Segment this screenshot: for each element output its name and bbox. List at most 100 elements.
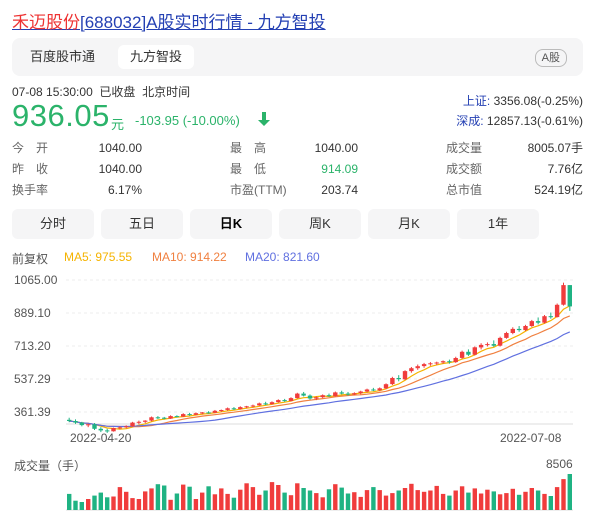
volume-bar <box>320 497 325 510</box>
candle-body <box>409 368 414 372</box>
candle-body <box>548 316 553 318</box>
volume-bar <box>333 484 338 510</box>
candle-body <box>440 361 446 363</box>
candle-body <box>333 392 338 397</box>
candle-body <box>485 344 490 346</box>
candle-body <box>206 412 211 414</box>
candle-body <box>269 402 275 405</box>
candle-body <box>478 344 484 348</box>
candle-body <box>257 403 262 406</box>
candle-body <box>193 413 199 415</box>
volume-bar <box>396 490 401 510</box>
volume-bar <box>326 489 332 510</box>
volume-bar <box>269 482 275 510</box>
candle-body <box>187 414 192 416</box>
candle-body <box>358 391 363 394</box>
volume-bar <box>276 485 281 510</box>
volume-bar <box>523 491 528 510</box>
volume-bar <box>174 493 180 510</box>
candle-body <box>149 417 154 421</box>
volume-bar <box>383 495 389 510</box>
volume-bar <box>440 493 446 510</box>
candle-body <box>92 424 97 429</box>
candle-body <box>105 430 110 432</box>
volume-bar <box>200 492 205 510</box>
volume-bar <box>288 495 294 510</box>
candle-body <box>510 328 515 333</box>
candle-body <box>314 397 319 399</box>
candle-body <box>554 304 560 318</box>
candle-body <box>168 416 173 419</box>
volume-bar <box>472 488 477 510</box>
volume-bar <box>111 496 116 510</box>
volume-bar <box>238 489 243 510</box>
candle-body <box>516 328 522 331</box>
volume-bar <box>390 493 395 510</box>
candle-body <box>238 407 243 410</box>
candle-body <box>282 400 287 402</box>
volume-bar <box>155 484 161 510</box>
volume-bar <box>124 491 129 510</box>
volume-bar <box>377 490 382 510</box>
candle-body <box>542 316 547 323</box>
volume-bar <box>250 487 256 510</box>
candle-body <box>421 364 427 367</box>
candle-body <box>472 347 477 355</box>
candle-body <box>352 393 357 395</box>
candle-body <box>276 400 281 403</box>
volume-bar <box>263 490 268 510</box>
volume-bar <box>301 488 306 510</box>
volume-bar <box>567 474 572 510</box>
candle-body <box>447 361 452 363</box>
candle-body <box>117 427 123 429</box>
volume-bar <box>219 488 224 510</box>
volume-bar <box>143 491 148 510</box>
candle-body <box>390 378 395 385</box>
volume-bar <box>497 494 503 510</box>
candle-body <box>200 412 205 414</box>
candle-body <box>111 428 116 432</box>
volume-bar <box>206 486 211 510</box>
candle-body <box>567 285 572 307</box>
candle-body <box>428 363 433 365</box>
volume-bar <box>371 487 376 510</box>
candle-body <box>143 420 148 422</box>
candle-body <box>136 421 142 423</box>
candle-body <box>561 285 566 305</box>
volume-bar <box>136 499 142 510</box>
volume-bar <box>421 491 427 510</box>
volume-bar <box>105 497 110 510</box>
volume-bar <box>529 488 534 510</box>
volume-bar <box>73 500 78 510</box>
candle-body <box>219 410 224 411</box>
candle-body <box>434 362 439 364</box>
candle-body <box>307 395 313 399</box>
volume-bar <box>314 493 319 510</box>
kline-chart[interactable] <box>0 0 595 516</box>
candle-body <box>231 408 237 410</box>
candle-body <box>497 337 503 346</box>
volume-bar <box>117 487 123 510</box>
candle-body <box>402 371 408 380</box>
volume-bar <box>453 490 458 510</box>
candle-body <box>86 424 91 426</box>
candle-body <box>301 393 306 396</box>
volume-bar <box>491 491 496 510</box>
volume-bar <box>364 490 370 510</box>
volume-bar <box>181 484 186 510</box>
candle-body <box>181 414 186 417</box>
volume-bar <box>459 486 465 510</box>
volume-bar <box>535 490 541 510</box>
candle-body <box>244 406 249 408</box>
candle-body <box>535 321 541 323</box>
candle-body <box>383 384 389 389</box>
volume-bar <box>282 492 287 510</box>
candle-body <box>263 403 268 405</box>
volume-bar <box>130 498 135 510</box>
candle-body <box>320 395 325 398</box>
candle-body <box>491 344 496 346</box>
candle-body <box>504 333 509 338</box>
volume-bar <box>447 495 452 510</box>
volume-bar <box>231 497 237 510</box>
volume-bar <box>162 485 167 510</box>
